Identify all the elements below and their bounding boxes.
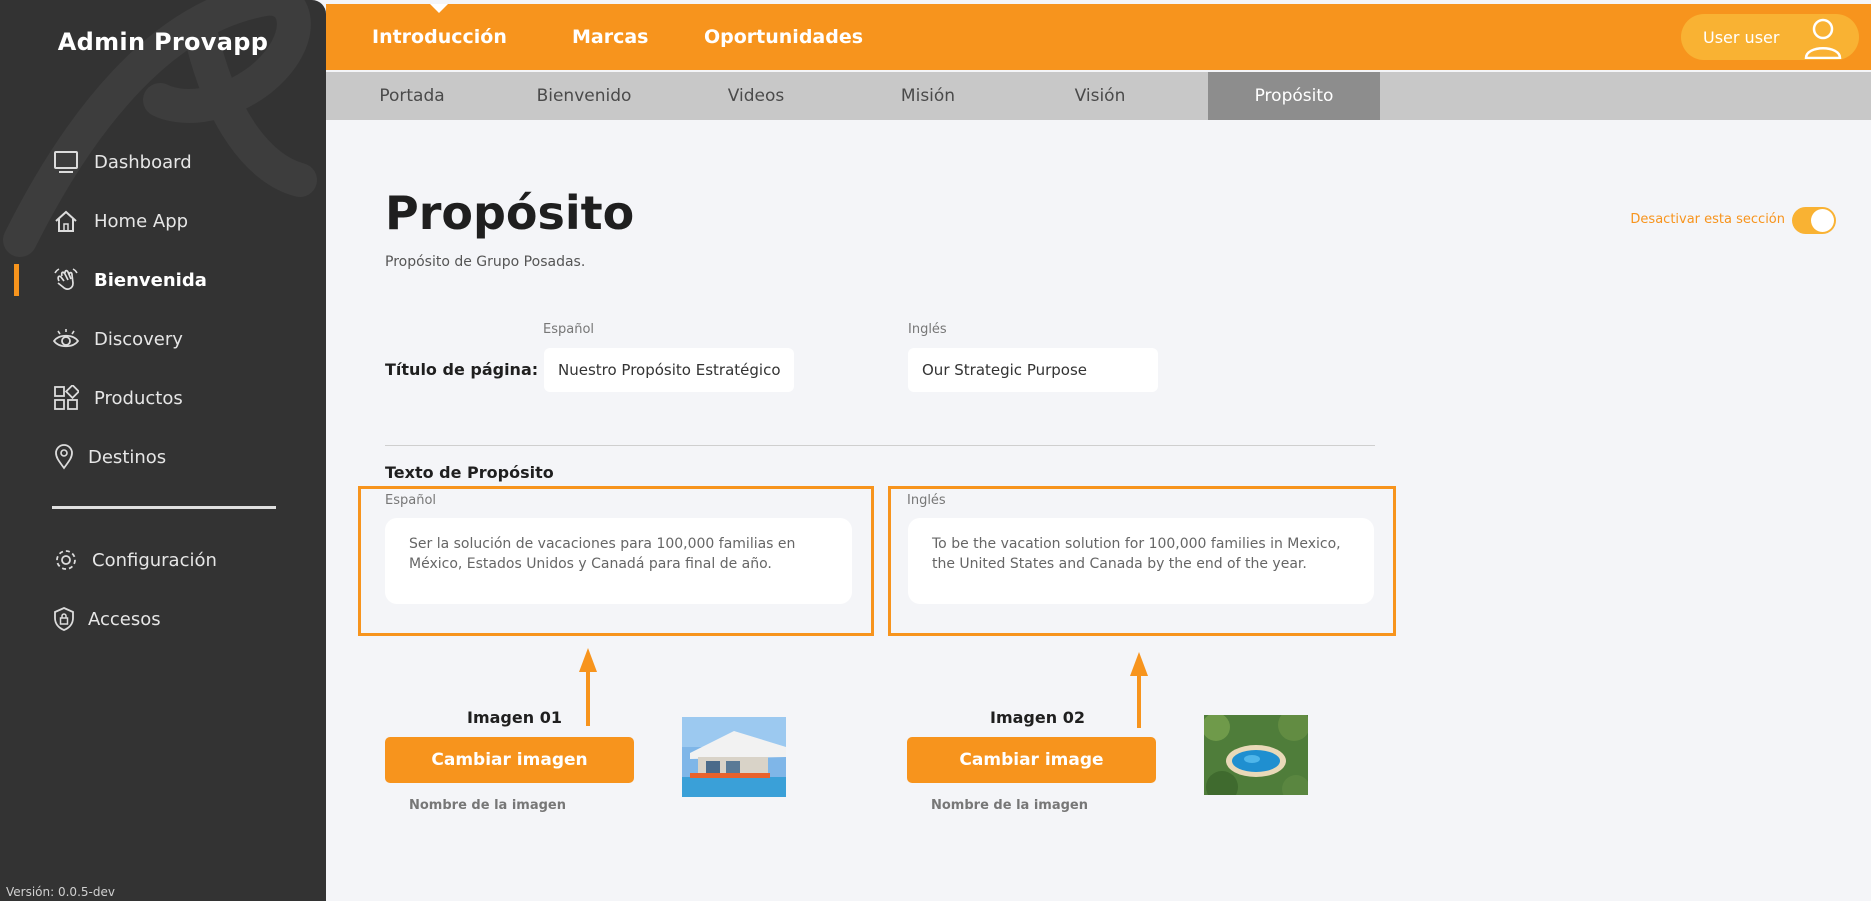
sidebar-item-label: Accesos [88, 608, 161, 630]
sidebar-divider [52, 506, 276, 509]
sidebar-item-label: Productos [94, 387, 183, 409]
sidebar-item-discovery[interactable]: Discovery [0, 319, 326, 359]
sidebar-item-configuracion[interactable]: Configuración [0, 540, 326, 580]
waving-hand-icon [52, 266, 80, 294]
monitor-icon [52, 148, 80, 176]
sidebar-item-label: Configuración [92, 549, 217, 571]
page-subtitle: Propósito de Grupo Posadas. [385, 254, 586, 270]
subtab-mision[interactable]: Misión [842, 72, 1014, 120]
change-image-01-button[interactable]: Cambiar imagen [385, 737, 634, 783]
toggle-knob [1811, 209, 1834, 232]
image-02-name: Nombre de la imagen [931, 798, 1088, 813]
purpose-text-en[interactable]: To be the vacation solution for 100,000 … [908, 518, 1374, 604]
grid-shapes-icon [52, 384, 80, 412]
top-tab-introduccion[interactable]: Introducción [372, 26, 507, 48]
top-tab-marcas[interactable]: Marcas [572, 26, 649, 48]
user-name: User user [1703, 28, 1780, 47]
brand-title: Admin Provapp [57, 28, 269, 56]
image-01-title: Imagen 01 [467, 708, 562, 727]
title-lang-en-label: Inglés [908, 322, 947, 337]
purpose-section-title: Texto de Propósito [385, 463, 554, 482]
sidebar-item-productos[interactable]: Productos [0, 378, 326, 418]
sidebar-item-dashboard[interactable]: Dashboard [0, 142, 326, 182]
top-nav-bar: Introducción Marcas Oportunidades User u… [326, 4, 1871, 70]
sidebar-item-label: Dashboard [94, 151, 192, 173]
sidebar-item-label: Discovery [94, 328, 183, 350]
subtab-bienvenido[interactable]: Bienvenido [498, 72, 670, 120]
sidebar: Admin Provapp Dashboard Home App Bienven… [0, 0, 326, 901]
section-subtabs: Portada Bienvenido Videos Misión Visión … [326, 72, 1871, 120]
page-title: Propósito [385, 186, 635, 240]
image-01-name: Nombre de la imagen [409, 798, 566, 813]
image-01-thumbnail[interactable] [682, 717, 786, 797]
page-title-label: Título de página: [385, 360, 539, 379]
sidebar-item-bienvenida[interactable]: Bienvenida [0, 260, 326, 300]
page-title-en-input[interactable] [908, 348, 1158, 392]
subtab-proposito[interactable]: Propósito [1208, 72, 1380, 120]
section-divider [385, 445, 1375, 446]
sidebar-item-label: Home App [94, 210, 189, 232]
subtab-vision[interactable]: Visión [1014, 72, 1186, 120]
purpose-text-es[interactable]: Ser la solución de vacaciones para 100,0… [385, 518, 852, 604]
subtab-portada[interactable]: Portada [326, 72, 498, 120]
section-toggle[interactable] [1792, 207, 1836, 234]
sidebar-item-destinos[interactable]: Destinos [0, 437, 326, 477]
active-tab-indicator [430, 4, 448, 13]
toggle-label: Desactivar esta sección [1630, 212, 1785, 227]
sidebar-item-accesos[interactable]: Accesos [0, 599, 326, 639]
title-lang-es-label: Español [543, 322, 595, 337]
version-label: Versión: 0.0.5-dev [6, 885, 115, 899]
sidebar-item-label: Bienvenida [94, 269, 207, 291]
map-pin-icon [50, 443, 78, 471]
shield-lock-icon [50, 605, 78, 633]
subtab-videos[interactable]: Videos [670, 72, 842, 120]
image-02-title: Imagen 02 [990, 708, 1085, 727]
image-02-thumbnail[interactable] [1204, 715, 1308, 795]
gear-icon [52, 546, 80, 574]
sidebar-item-label: Destinos [88, 446, 167, 468]
annotation-arrow-up-icon [1130, 652, 1148, 728]
annotation-arrow-up-icon [579, 648, 597, 726]
top-tab-oportunidades[interactable]: Oportunidades [704, 26, 863, 48]
user-menu-button[interactable]: User user [1681, 14, 1859, 60]
purpose-lang-en-label: Inglés [907, 493, 946, 508]
sidebar-item-home-app[interactable]: Home App [0, 201, 326, 241]
purpose-lang-es-label: Español [385, 493, 437, 508]
page-title-es-input[interactable] [544, 348, 794, 392]
change-image-02-button[interactable]: Cambiar image [907, 737, 1156, 783]
house-icon [52, 207, 80, 235]
eye-icon [52, 325, 80, 353]
user-avatar-icon [1804, 18, 1842, 59]
